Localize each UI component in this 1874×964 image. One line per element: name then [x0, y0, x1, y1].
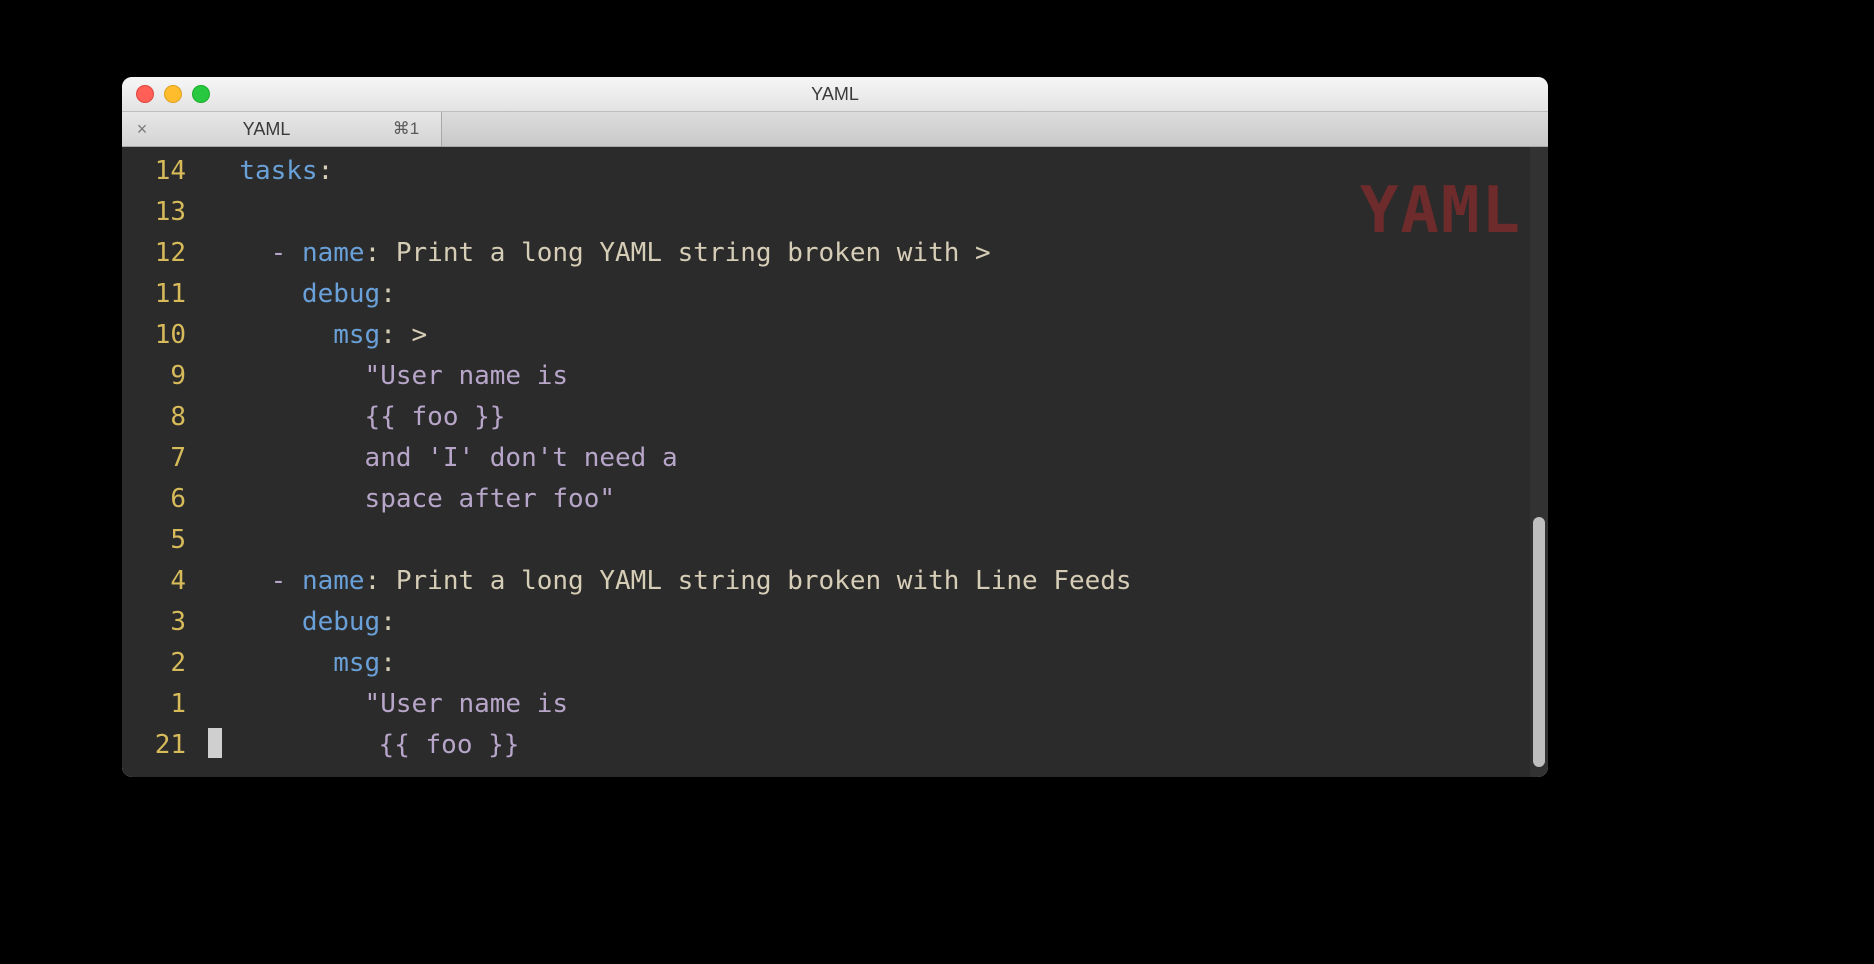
zoom-window-button[interactable]	[192, 85, 210, 103]
text-cursor	[208, 728, 222, 758]
titlebar[interactable]: YAML	[122, 77, 1548, 112]
line-number: 3	[122, 602, 198, 643]
line-number: 1	[122, 684, 198, 725]
line-number: 8	[122, 397, 198, 438]
line-number: 7	[122, 438, 198, 479]
line-number: 13	[122, 192, 198, 233]
line-number: 9	[122, 356, 198, 397]
line-number: 10	[122, 315, 198, 356]
code-line[interactable]: - name: Print a long YAML string broken …	[208, 561, 1548, 602]
code-line[interactable]: debug:	[208, 602, 1548, 643]
scrollbar-track[interactable]	[1530, 147, 1548, 777]
minimize-window-button[interactable]	[164, 85, 182, 103]
line-number-gutter: 14 13 12 11 10 9 8 7 6 5 4 3 2 1 21	[122, 147, 198, 777]
traffic-lights	[122, 85, 212, 103]
scrollbar-thumb[interactable]	[1533, 517, 1545, 767]
code-line[interactable]	[208, 520, 1548, 561]
code-line[interactable]: space after foo"	[208, 479, 1548, 520]
tab-shortcut: ⌘1	[371, 119, 441, 139]
close-window-button[interactable]	[136, 85, 154, 103]
code-line[interactable]: tasks:	[208, 151, 1548, 192]
line-number: 2	[122, 643, 198, 684]
tab-bar: × YAML ⌘1	[122, 112, 1548, 147]
editor-area[interactable]: 14 13 12 11 10 9 8 7 6 5 4 3 2 1 21 task…	[122, 147, 1548, 777]
code-line[interactable]: msg: >	[208, 315, 1548, 356]
code-line[interactable]	[208, 192, 1548, 233]
window-title: YAML	[122, 84, 1548, 105]
tab-title: YAML	[162, 119, 371, 140]
code-line[interactable]: msg:	[208, 643, 1548, 684]
line-number: 14	[122, 151, 198, 192]
line-number: 5	[122, 520, 198, 561]
code-line[interactable]: {{ foo }}	[208, 725, 1548, 766]
line-number: 4	[122, 561, 198, 602]
code-content[interactable]: tasks: - name: Print a long YAML string …	[198, 147, 1548, 777]
code-line[interactable]: "User name is	[208, 684, 1548, 725]
line-number: 11	[122, 274, 198, 315]
tab-yaml[interactable]: × YAML ⌘1	[122, 112, 442, 146]
code-line[interactable]: debug:	[208, 274, 1548, 315]
line-number: 21	[122, 725, 198, 766]
editor-window: YAML × YAML ⌘1 14 13 12 11 10 9 8 7 6 5 …	[122, 77, 1548, 777]
code-line[interactable]: - name: Print a long YAML string broken …	[208, 233, 1548, 274]
line-number: 6	[122, 479, 198, 520]
close-tab-icon[interactable]: ×	[122, 119, 162, 140]
code-line[interactable]: and 'I' don't need a	[208, 438, 1548, 479]
code-line[interactable]: "User name is	[208, 356, 1548, 397]
line-number: 12	[122, 233, 198, 274]
code-line[interactable]: {{ foo }}	[208, 397, 1548, 438]
